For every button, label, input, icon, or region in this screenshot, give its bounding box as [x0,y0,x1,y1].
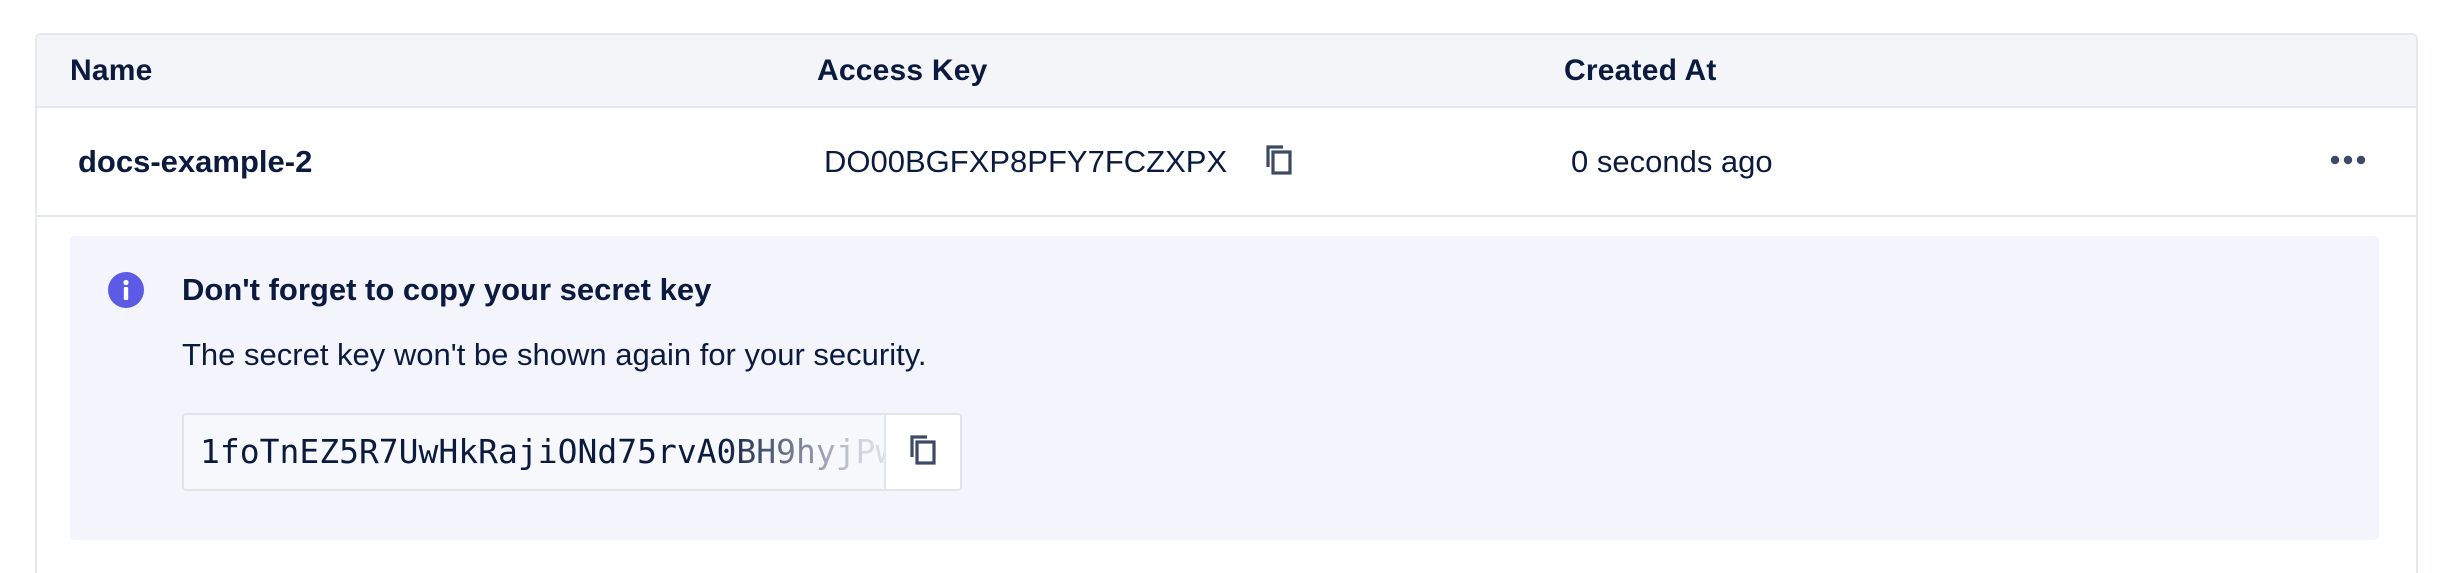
access-keys-table: Name Access Key Created At docs-example-… [35,33,2418,573]
secret-key-field[interactable]: 1foTnEZ5R7UwHkRajiONd75rvA0BH9hyjPw [184,415,884,489]
secret-key-box: 1foTnEZ5R7UwHkRajiONd75rvA0BH9hyjPw [182,413,962,491]
column-header-access-key: Access Key [817,54,988,87]
access-key-value: DO00BGFXP8PFY7FCZXPX [824,144,1228,179]
table-header: Name Access Key Created At [37,35,2416,108]
notice-body: The secret key won't be shown again for … [182,337,927,372]
row-actions-button[interactable] [2326,141,2370,181]
copy-secret-key-button[interactable] [884,415,960,489]
column-header-name: Name [70,54,153,87]
created-at-value: 0 seconds ago [1571,144,1773,179]
key-name: docs-example-2 [78,144,313,179]
copy-icon [1264,143,1294,182]
copy-icon [908,433,938,472]
info-icon [108,272,144,308]
column-header-created-at: Created At [1564,54,1717,87]
notice-title: Don't forget to copy your secret key [182,272,712,307]
more-horizontal-icon [2330,152,2366,170]
table-row: docs-example-2 DO00BGFXP8PFY7FCZXPX 0 se… [37,108,2416,217]
secret-key-notice: Don't forget to copy your secret key The… [70,236,2379,540]
copy-access-key-button[interactable] [1259,142,1299,182]
